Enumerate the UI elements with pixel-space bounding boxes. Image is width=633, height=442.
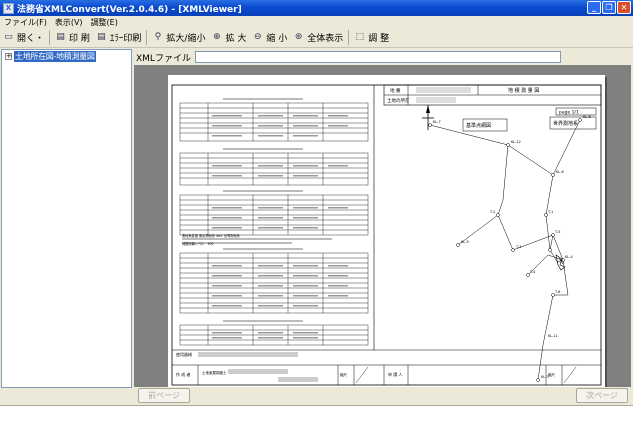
point-label: KL-7: [433, 120, 441, 124]
doc-survey-label: 世界測地系: [553, 120, 578, 127]
open-button[interactable]: ▭ 開く・: [0, 29, 47, 47]
survey-drawing: 地 番 地 積 測 量 図 土地の所在 page 1/1 基準点網図 世界測地系: [168, 75, 605, 387]
app-window: X 法務省XMLConvert(Ver.2.0.4.6) - [XMLViewe…: [0, 0, 633, 442]
tree-panel[interactable]: + 土地所在図-地積測量図: [1, 49, 132, 388]
doc-extra-text: 測地系変換 東京測地系 IREF 世界測地系: [182, 233, 240, 238]
zoom-out-icon: ⊖: [254, 32, 262, 42]
doc-page-label: page 1/1: [559, 110, 579, 116]
toolbar-separator: [348, 30, 350, 45]
menu-bar: ファイル(F) 表示(V) 調整(E): [0, 16, 633, 28]
expand-icon[interactable]: +: [5, 53, 12, 60]
point-label: T-5: [554, 230, 560, 234]
zoom-in-icon: ⊕: [213, 32, 221, 42]
doc-extra-text: 地図情報レベル 500: [182, 241, 214, 246]
error-print-label: ｴﾗｰ印刷: [109, 34, 142, 44]
doc-footer-label: 土地家屋調査士: [202, 370, 227, 375]
page-navigation: 前ページ 次ページ: [134, 388, 633, 404]
menu-view[interactable]: 表示(V): [51, 17, 87, 28]
print-button[interactable]: ▤ 印 刷: [52, 29, 93, 47]
zoom-in-label: 拡 大: [225, 34, 247, 44]
point-label: T-6: [554, 290, 560, 294]
fit-all-button[interactable]: ⊛ 全体表示: [290, 29, 346, 47]
printer-icon: ▤: [56, 32, 65, 42]
fit-all-icon: ⊛: [294, 32, 303, 42]
doc-map-title: 基準点網図: [466, 122, 491, 129]
doc-footer-label: 作 成 者: [176, 371, 191, 377]
print-label: 印 刷: [69, 34, 90, 44]
zoom-in-out-label: 拡大/縮小: [166, 34, 206, 44]
title-bar[interactable]: X 法務省XMLConvert(Ver.2.0.4.6) - [XMLViewe…: [0, 0, 633, 16]
doc-footer-label: 縮尺: [340, 372, 348, 377]
point-label: T-3: [515, 245, 521, 249]
close-button[interactable]: ✕: [617, 1, 631, 14]
document-viewer[interactable]: 地 番 地 積 測 量 図 土地の所在 page 1/1 基準点網図 世界測地系: [134, 65, 631, 387]
point-label: KL-6: [556, 170, 564, 174]
point-label: KL-4: [565, 255, 573, 259]
toolbar-separator: [49, 30, 51, 45]
minimize-button[interactable]: _: [587, 1, 601, 14]
message-area: [0, 405, 633, 442]
window-title: 法務省XMLConvert(Ver.2.0.4.6) - [XMLViewer]: [17, 4, 242, 15]
point-label: KL-5: [461, 240, 469, 244]
adjust-label: 調 整: [368, 34, 390, 44]
doc-footer-label: 縮尺: [548, 372, 556, 377]
tree-item-label[interactable]: 土地所在図-地積測量図: [14, 51, 96, 62]
toolbar: ▭ 開く・ ▤ 印 刷 ▤ ｴﾗｰ印刷 ⚲ 拡大/縮小 ⊕ 拡 大 ⊖ 縮 小 …: [0, 28, 633, 48]
adjust-button[interactable]: ⬚ 調 整: [351, 29, 392, 47]
menu-adjust[interactable]: 調整(E): [87, 17, 122, 28]
app-icon[interactable]: X: [3, 2, 14, 14]
printer-icon: ▤: [97, 32, 106, 42]
prev-page-button[interactable]: 前ページ: [138, 388, 190, 403]
xml-file-row: XMLファイル: [134, 50, 633, 64]
doc-header-shozai: 土地の所在: [387, 97, 410, 104]
menu-file[interactable]: ファイル(F): [0, 17, 51, 28]
zoom-out-label: 縮 小: [266, 34, 288, 44]
point-label: KL-12: [511, 140, 521, 144]
zoom-in-button[interactable]: ⊕ 拡 大: [208, 29, 249, 47]
xml-file-label: XMLファイル: [136, 53, 191, 64]
point-label: T-4: [529, 270, 536, 274]
document-page: 地 番 地 積 測 量 図 土地の所在 page 1/1 基準点網図 世界測地系: [168, 75, 605, 387]
adjust-icon: ⬚: [355, 32, 364, 42]
point-label: KL-8: [583, 115, 591, 119]
doc-usage-note: 使用器械: [176, 351, 192, 357]
point-label: KL-11: [548, 334, 558, 338]
doc-footer-label: 申 請 人: [388, 371, 403, 377]
tree-item[interactable]: + 土地所在図-地積測量図: [5, 51, 96, 62]
zoom-in-out-button[interactable]: ⚲ 拡大/縮小: [149, 29, 208, 47]
zoom-out-button[interactable]: ⊖ 縮 小: [249, 29, 290, 47]
next-page-button[interactable]: 次ページ: [576, 388, 628, 403]
folder-icon: ▭: [4, 32, 13, 42]
point-label: T-1: [547, 210, 553, 214]
doc-header-title: 地 積 測 量 図: [508, 87, 539, 94]
magnifier-icon: ⚲: [154, 32, 162, 42]
error-print-button[interactable]: ▤ ｴﾗｰ印刷: [93, 29, 145, 47]
open-label: 開く・: [17, 34, 45, 44]
point-label: T-2: [489, 210, 495, 214]
fit-all-label: 全体表示: [307, 34, 344, 44]
toolbar-separator: [146, 30, 148, 45]
xml-file-field[interactable]: [194, 51, 561, 63]
viewer-panel: XMLファイル 地 番 地 積 測 量 図 土地の所在 page 1/1 基準点…: [134, 49, 633, 388]
restore-button[interactable]: ❐: [602, 1, 616, 14]
window-controls: _ ❐ ✕: [587, 1, 631, 14]
doc-header-chiban: 地 番: [390, 87, 401, 94]
